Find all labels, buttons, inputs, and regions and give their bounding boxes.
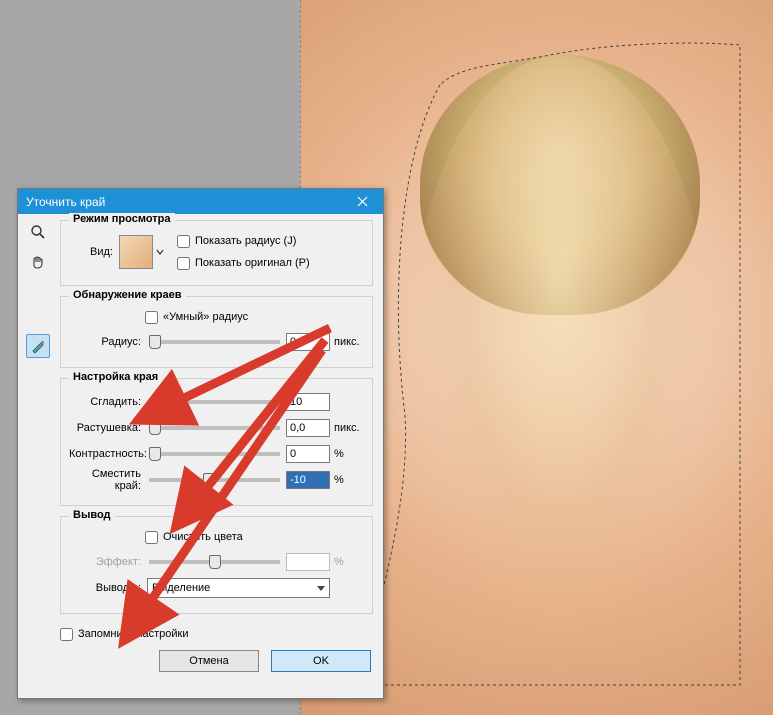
contrast-slider[interactable] <box>149 452 280 456</box>
contrast-row: Контрастность: % <box>69 443 364 465</box>
ok-button[interactable]: OK <box>271 650 371 672</box>
edge-detection-title: Обнаружение краев <box>69 289 186 301</box>
cancel-button[interactable]: Отмена <box>159 650 259 672</box>
output-title: Вывод <box>69 509 115 521</box>
dialog-titlebar[interactable]: Уточнить край <box>18 189 383 214</box>
smooth-label: Сгладить: <box>69 396 147 408</box>
shift-edge-input[interactable] <box>286 471 330 489</box>
radius-unit: пикс. <box>330 336 364 348</box>
contrast-label: Контрастность: <box>69 448 147 460</box>
smooth-row: Сгладить: <box>69 391 364 413</box>
feather-slider[interactable] <box>149 426 280 430</box>
radius-row: Радиус: пикс. <box>69 331 364 353</box>
show-original-label: Показать оригинал (P) <box>195 257 310 269</box>
smooth-input[interactable] <box>286 393 330 411</box>
chevron-down-icon <box>317 586 325 591</box>
close-icon <box>357 196 368 207</box>
feather-unit: пикс. <box>330 422 364 434</box>
brush-icon <box>30 338 46 354</box>
effect-label: Эффект: <box>69 556 147 568</box>
effect-slider <box>149 560 280 564</box>
remember-row[interactable]: Запомнить настройки <box>60 624 373 644</box>
smart-radius-label: «Умный» радиус <box>163 311 248 323</box>
chevron-down-icon <box>156 248 164 256</box>
output-to-select[interactable]: Выделение <box>147 578 330 598</box>
remember-checkbox[interactable] <box>60 628 73 641</box>
show-radius-checkbox[interactable] <box>177 235 190 248</box>
smart-radius-row[interactable]: «Умный» радиус <box>145 307 364 327</box>
shift-edge-row: Сместить край: % <box>69 469 364 491</box>
output-to-row: Вывод в: Выделение <box>69 577 364 599</box>
view-mode-title: Режим просмотра <box>69 213 175 225</box>
shift-edge-label: Сместить край: <box>69 468 147 492</box>
feather-input[interactable] <box>286 419 330 437</box>
view-thumbnail[interactable] <box>119 235 153 269</box>
smooth-slider[interactable] <box>149 400 280 404</box>
remember-label: Запомнить настройки <box>78 628 189 640</box>
shift-edge-unit: % <box>330 474 364 486</box>
effect-unit: % <box>330 556 364 568</box>
magnifier-icon <box>30 224 46 240</box>
show-original-row[interactable]: Показать оригинал (P) <box>177 253 310 273</box>
hand-tool-button[interactable] <box>26 250 50 274</box>
radius-input[interactable] <box>286 333 330 351</box>
edge-adjust-title: Настройка края <box>69 371 162 383</box>
close-button[interactable] <box>341 189 383 214</box>
show-radius-label: Показать радиус (J) <box>195 235 296 247</box>
zoom-tool-button[interactable] <box>26 220 50 244</box>
view-mode-group: Режим просмотра Вид: Показать радиус (J) <box>60 220 373 286</box>
output-group: Вывод Очистить цвета Эффект: % Вывод в: … <box>60 516 373 614</box>
effect-input <box>286 553 330 571</box>
shift-edge-slider[interactable] <box>149 478 280 482</box>
radius-slider[interactable] <box>149 340 280 344</box>
radius-label: Радиус: <box>69 336 147 348</box>
cleanup-row[interactable]: Очистить цвета <box>145 527 364 547</box>
feather-label: Растушевка: <box>69 422 147 434</box>
cleanup-checkbox[interactable] <box>145 531 158 544</box>
contrast-input[interactable] <box>286 445 330 463</box>
cleanup-label: Очистить цвета <box>163 531 243 543</box>
smart-radius-checkbox[interactable] <box>145 311 158 324</box>
view-thumbnail-expand[interactable] <box>153 248 167 256</box>
edge-adjust-group: Настройка края Сгладить: Растушевка: пик… <box>60 378 373 506</box>
output-to-value: Выделение <box>152 582 210 594</box>
contrast-unit: % <box>330 448 364 460</box>
view-label: Вид: <box>69 246 119 258</box>
edge-detection-group: Обнаружение краев «Умный» радиус Радиус:… <box>60 296 373 368</box>
effect-row: Эффект: % <box>69 551 364 573</box>
show-original-checkbox[interactable] <box>177 257 190 270</box>
refine-edge-dialog: Уточнить край Режим просмотра Вид: <box>17 188 384 699</box>
output-to-label: Вывод в: <box>69 582 147 594</box>
refine-brush-tool-button[interactable] <box>26 334 50 358</box>
show-radius-row[interactable]: Показать радиус (J) <box>177 231 310 251</box>
dialog-title: Уточнить край <box>26 195 341 209</box>
feather-row: Растушевка: пикс. <box>69 417 364 439</box>
hand-icon <box>30 254 46 270</box>
